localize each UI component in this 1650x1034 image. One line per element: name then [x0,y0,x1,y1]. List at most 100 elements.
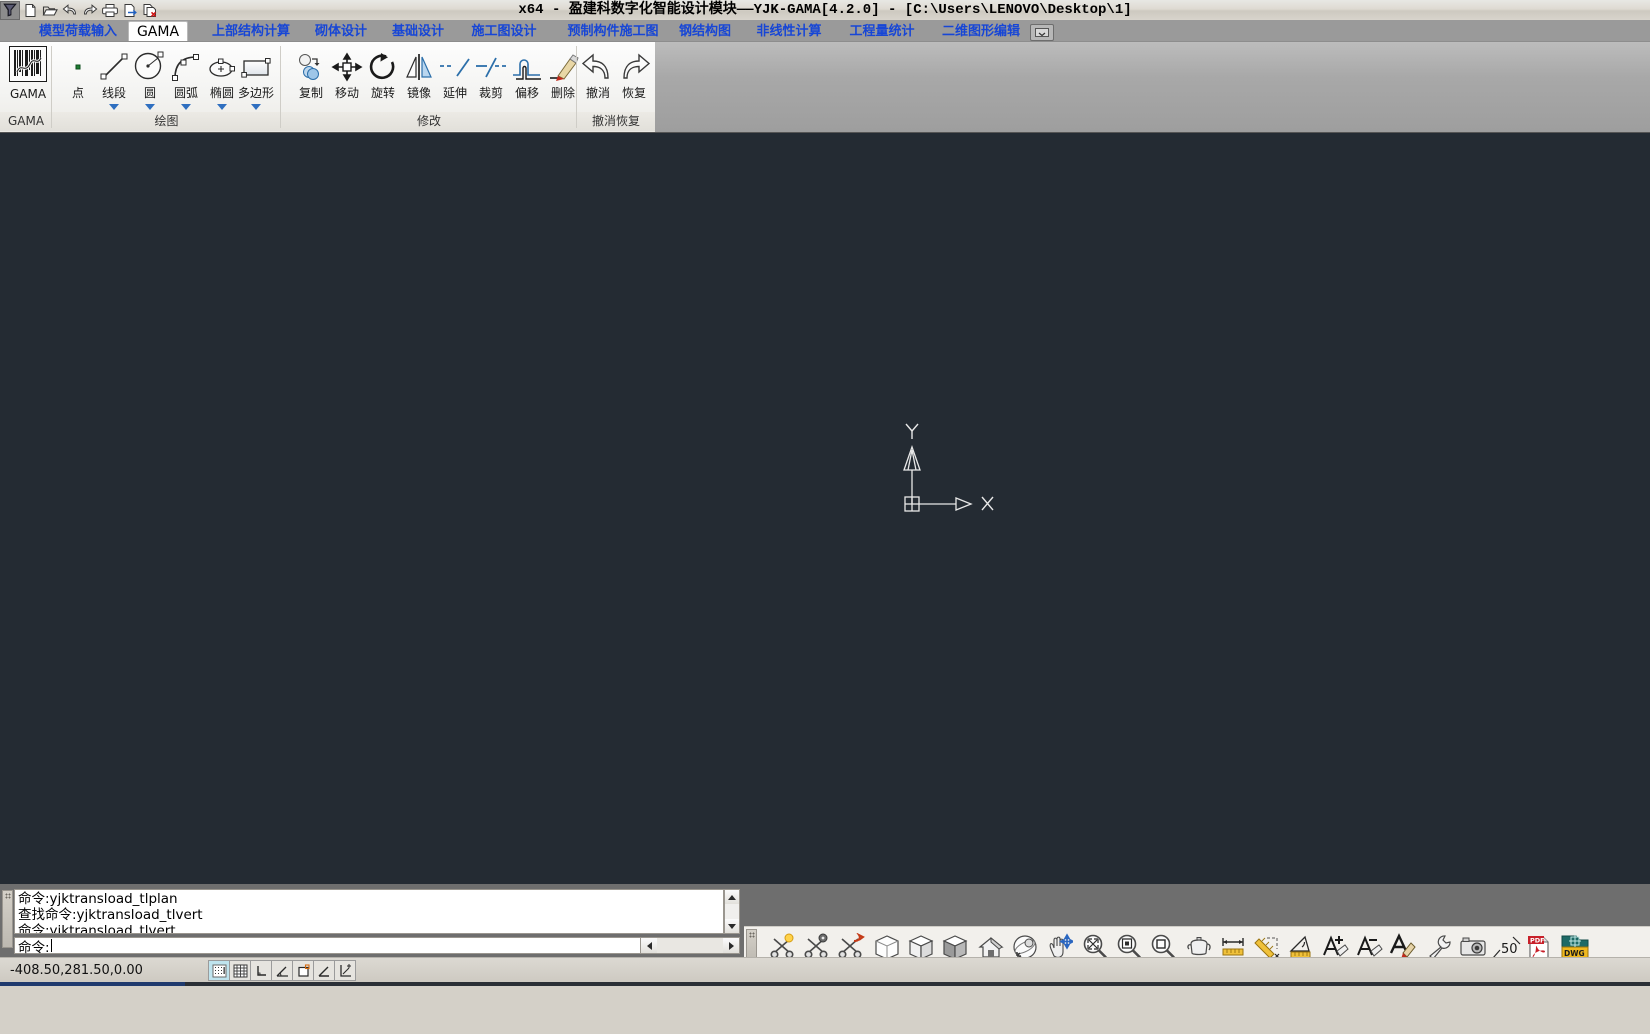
ribbon-tab-bar: 模型荷载输入 GAMA 上部结构计算 砌体设计 基础设计 施工图设计 预制构件施… [0,20,1650,42]
snap-toggle[interactable] [208,960,230,981]
ribbon-tab-2d-graphics-edit[interactable]: 二维图形编辑 [926,21,1036,42]
chevron-down-icon[interactable] [217,104,227,110]
osnap-toggle[interactable] [292,960,314,981]
draw-ellipse-label: 椭圆 [209,86,234,100]
quick-access-toolbar [0,0,200,20]
pdf-label: PDF [1530,937,1545,945]
redo-arrow-icon[interactable] [80,1,100,20]
ribbon-tab-precast-dwg[interactable]: 预制构件施工图 [552,21,674,42]
close-file-icon[interactable] [140,1,160,20]
redo-icon [617,44,651,82]
ribbon-tab-nonlinear[interactable]: 非线性计算 [743,21,835,42]
command-panel-grip[interactable] [2,890,13,948]
ribbon-tab-steel-structure[interactable]: 钢结构图 [667,21,743,42]
command-history-line: 命令:yjktransload_tlplan [18,891,178,907]
dynamic-ucs-toggle[interactable] [334,960,356,981]
ucs-x-axis [919,497,973,511]
modify-trim-label: 裁剪 [478,86,503,100]
command-input-scrollbar[interactable] [640,937,740,954]
gama-logo-icon [9,46,47,82]
text-caret [50,939,52,952]
ribbon-panel-modify: 复制 移动 旋转 镜像 延伸 裁剪 偏移 删除 修改 [281,42,580,131]
ribbon-tab-model-load-input[interactable]: 模型荷载输入 [22,21,134,42]
ortho-toggle[interactable] [250,960,272,981]
ribbon-panel-undo-redo: 撤消 恢复 撤消恢复 [577,42,655,131]
scroll-up-icon[interactable] [725,890,739,904]
ribbon-tab-masonry-design[interactable]: 砌体设计 [303,21,379,42]
command-history-line: 命令:yjktransload_tlvert [18,923,176,934]
command-input[interactable]: 命令: [14,937,724,956]
chevron-down-icon[interactable] [109,104,119,110]
ucs-y-label [905,423,919,439]
print-icon[interactable] [100,1,120,20]
ribbon-tab-superstructure[interactable]: 上部结构计算 [196,21,306,42]
command-history-line: 查找命令:yjktransload_tlvert [18,907,203,923]
taskbar-strip-right [185,982,1650,986]
command-history-scrollbar[interactable] [724,889,740,934]
chevron-down-icon[interactable] [251,104,261,110]
modify-copy-label: 复制 [298,86,323,100]
grid-toggle[interactable] [229,960,251,981]
open-folder-icon[interactable] [40,1,60,20]
ribbon-empty-area [655,42,1650,133]
otrack-toggle[interactable] [313,960,335,981]
scroll-left-icon[interactable] [641,938,657,953]
draw-line-label: 线段 [101,86,126,100]
ribbon-tab-foundation-design[interactable]: 基础设计 [380,21,456,42]
app-logo-icon[interactable] [0,0,20,20]
scroll-right-icon[interactable] [723,938,739,953]
gama-button-label: GAMA [9,87,47,101]
ribbon-body: GAMA GAMA 点 线段 圆 圆弧 椭圆 多边形 绘图 复制 移动 旋转 镜… [0,42,655,133]
ucs-y-axis [903,445,921,504]
title-bar: x64 - 盈建科数字化智能设计模块——YJK-GAMA[4.2.0] - [C… [0,0,1650,21]
cursor-coordinates: -408.50,281.50,0.00 [10,963,143,978]
ribbon-tab-quantity-stats[interactable]: 工程量统计 [836,21,928,42]
modify-offset-label: 偏移 [514,86,539,100]
modify-erase-label: 删除 [550,86,575,100]
polar-toggle[interactable] [271,960,293,981]
ribbon-tab-gama[interactable]: GAMA [128,21,188,42]
command-prompt: 命令: [18,939,50,956]
ucs-x-label [981,496,994,511]
draw-polygon-button[interactable]: 多边形 [232,44,280,112]
chevron-down-icon[interactable] [181,104,191,110]
export-file-icon[interactable] [120,1,140,20]
erase-icon [546,44,580,82]
ribbon-panel-undo-redo-title: 撤消恢复 [577,112,655,131]
ribbon-panel-draw-title: 绘图 [52,112,281,131]
status-bar: -408.50,281.50,0.00 [0,957,1650,983]
modify-extend-label: 延伸 [442,86,467,100]
modify-rotate-label: 旋转 [370,86,395,100]
new-file-icon[interactable] [20,1,40,20]
ribbon-panel-draw: 点 线段 圆 圆弧 椭圆 多边形 绘图 [52,42,281,131]
drawing-canvas[interactable] [0,132,1650,884]
angle-value-label: 50 [1501,942,1518,957]
ribbon-panel-gama: GAMA GAMA [0,42,52,131]
undo-arrow-icon[interactable] [60,1,80,20]
polygon-icon [239,44,273,82]
command-history[interactable]: 命令:yjktransload_tlplan 查找命令:yjktransload… [14,889,724,934]
desktop-fill [0,982,1650,1034]
ribbon-tab-construction-dwg[interactable]: 施工图设计 [458,21,550,42]
draw-point-label: 点 [71,86,84,100]
draw-arc-label: 圆弧 [173,86,198,100]
redo-label: 恢复 [621,86,646,100]
chevron-down-icon[interactable] [145,104,155,110]
gama-button[interactable]: GAMA [6,46,50,110]
scroll-thumb[interactable] [657,938,723,953]
modify-mirror-label: 镜像 [406,86,431,100]
undo-button[interactable]: 撤消 [579,44,617,112]
draw-polygon-label: 多边形 [237,86,274,100]
scroll-down-icon[interactable] [725,919,739,933]
ucs-and-cursor [903,423,994,512]
ucs-origin-icon [904,496,920,512]
ribbon-panel-modify-title: 修改 [281,112,577,131]
window-title: x64 - 盈建科数字化智能设计模块——YJK-GAMA[4.2.0] - [C… [518,2,1132,18]
application-window: x64 - 盈建科数字化智能设计模块——YJK-GAMA[4.2.0] - [C… [0,0,1650,1034]
modify-move-label: 移动 [334,86,359,100]
undo-icon [581,44,615,82]
minimize-ribbon-button[interactable] [1030,24,1054,41]
redo-button[interactable]: 恢复 [615,44,653,112]
undo-label: 撤消 [585,86,610,100]
ribbon-panel-gama-title: GAMA [0,112,52,131]
